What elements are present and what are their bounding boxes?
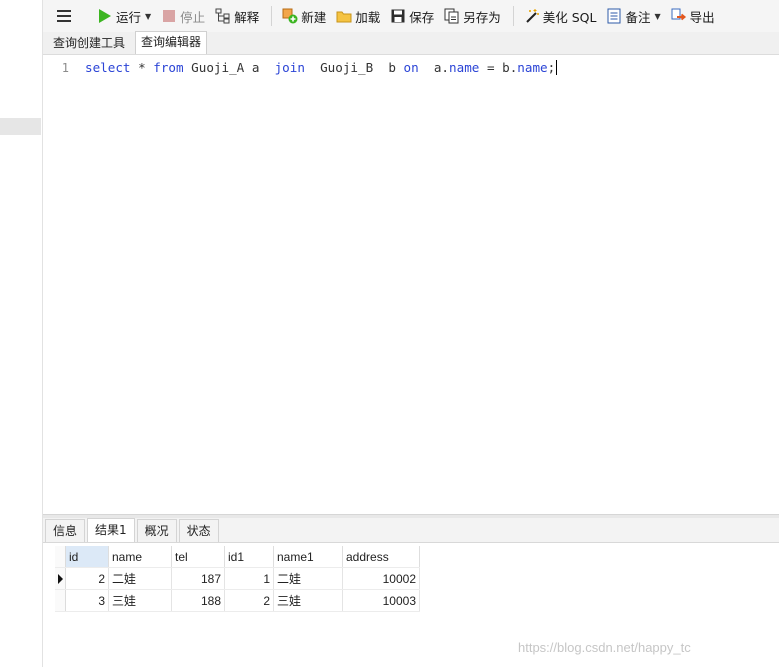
folder-icon xyxy=(336,8,352,24)
toolbar-separator xyxy=(271,6,273,26)
note-icon xyxy=(606,8,622,24)
new-label: 新建 xyxy=(301,9,327,25)
explain-button[interactable]: 解释 xyxy=(211,4,263,28)
main-area: 运行 ▼ 停止 解释 新建 加载 保存 另存为 美化 SQL 备注 ▼ 导出 查… xyxy=(43,0,779,667)
toolbar-separator xyxy=(512,6,514,26)
cell-id[interactable]: 2 xyxy=(65,567,109,590)
cell-name[interactable]: 三娃 xyxy=(108,589,172,612)
load-button[interactable]: 加载 xyxy=(332,4,384,28)
cell-tel[interactable]: 188 xyxy=(171,589,225,612)
sql-keyword: join xyxy=(274,60,305,75)
cell-name1[interactable]: 二娃 xyxy=(273,567,343,590)
line-number: 1 xyxy=(61,61,69,75)
save-button[interactable]: 保存 xyxy=(386,4,438,28)
sql-text: = b. xyxy=(479,60,518,75)
result-grid: id name tel id1 name1 address 2 二娃 187 1… xyxy=(55,546,420,612)
explain-tree-icon xyxy=(215,8,231,24)
magic-wand-icon xyxy=(524,8,540,24)
beautify-sql-label: 美化 SQL xyxy=(542,9,597,25)
sql-text: Guoji_A a xyxy=(183,60,275,75)
cell-id1[interactable]: 1 xyxy=(224,567,274,590)
note-label: 备注 xyxy=(625,9,651,25)
cell-address[interactable]: 10002 xyxy=(342,567,420,590)
watermark: https://blog.csdn.net/happy_tc xyxy=(518,640,691,655)
stop-button[interactable]: 停止 xyxy=(157,4,209,28)
cell-tel[interactable]: 187 xyxy=(171,567,225,590)
new-button[interactable]: 新建 xyxy=(278,4,330,28)
column-header[interactable]: id1 xyxy=(224,546,274,568)
column-header[interactable]: name xyxy=(108,546,172,568)
sql-text: a. xyxy=(418,60,450,75)
save-as-icon xyxy=(444,8,460,24)
column-header[interactable]: tel xyxy=(171,546,225,568)
run-dropdown-icon[interactable]: ▼ xyxy=(145,12,151,21)
tab-info[interactable]: 信息 xyxy=(45,519,86,542)
play-icon xyxy=(97,8,113,24)
save-icon xyxy=(390,8,406,24)
line-gutter: 1 xyxy=(43,55,81,514)
save-as-label: 另存为 xyxy=(463,9,501,25)
column-header[interactable]: name1 xyxy=(273,546,343,568)
table-row[interactable]: 2 二娃 187 1 二娃 10002 xyxy=(55,567,420,590)
sql-editor[interactable]: 1 select * from Guoji_A a join Guoji_B b… xyxy=(43,55,779,514)
tab-profile[interactable]: 概况 xyxy=(136,519,177,542)
new-query-icon xyxy=(282,8,298,24)
beautify-sql-button[interactable]: 美化 SQL xyxy=(520,4,601,28)
column-header[interactable]: id xyxy=(65,546,109,568)
result-tabs: 信息 结果1 概况 状态 xyxy=(43,518,779,543)
current-row-arrow-icon xyxy=(58,573,63,584)
tab-query-builder[interactable]: 查询创建工具 xyxy=(47,32,131,54)
export-icon xyxy=(671,8,687,24)
sql-keyword: name xyxy=(449,60,480,75)
tab-result1[interactable]: 结果1 xyxy=(87,518,135,542)
tab-query-editor[interactable]: 查询编辑器 xyxy=(135,31,208,54)
save-label: 保存 xyxy=(409,9,435,25)
stop-label: 停止 xyxy=(180,9,206,25)
hamburger-icon xyxy=(57,10,71,22)
table-row[interactable]: 3 三娃 188 2 三娃 10003 xyxy=(55,589,420,612)
sql-text: ; xyxy=(547,60,556,75)
left-panel xyxy=(0,0,43,667)
cell-id[interactable]: 3 xyxy=(65,589,109,612)
cell-id1[interactable]: 2 xyxy=(224,589,274,612)
load-label: 加载 xyxy=(355,9,381,25)
grid-header-row: id name tel id1 name1 address xyxy=(55,546,420,568)
sql-keyword: on xyxy=(403,60,419,75)
cell-address[interactable]: 10003 xyxy=(342,589,420,612)
run-button[interactable]: 运行 ▼ xyxy=(93,4,155,28)
stop-icon xyxy=(161,8,177,24)
sql-text: Guoji_B b xyxy=(304,60,404,75)
explain-label: 解释 xyxy=(234,9,260,25)
note-dropdown-icon[interactable]: ▼ xyxy=(655,12,661,21)
export-label: 导出 xyxy=(689,9,715,25)
save-as-button[interactable]: 另存为 xyxy=(440,4,505,28)
sql-text: * xyxy=(130,60,154,75)
row-indicator-header xyxy=(55,546,66,568)
sql-keyword: name xyxy=(517,60,548,75)
sql-keyword: from xyxy=(153,60,184,75)
sql-keyword: select xyxy=(85,60,131,75)
text-cursor xyxy=(556,60,558,75)
column-header[interactable]: address xyxy=(342,546,420,568)
cell-name1[interactable]: 三娃 xyxy=(273,589,343,612)
menu-button[interactable] xyxy=(51,4,77,28)
run-label: 运行 xyxy=(116,9,142,25)
sql-code-line[interactable]: select * from Guoji_A a join Guoji_B b o… xyxy=(85,60,558,75)
tab-status[interactable]: 状态 xyxy=(178,519,219,542)
toolbar: 运行 ▼ 停止 解释 新建 加载 保存 另存为 美化 SQL 备注 ▼ 导出 xyxy=(43,0,779,32)
row-indicator[interactable] xyxy=(55,567,66,590)
row-indicator[interactable] xyxy=(55,589,66,612)
export-button[interactable]: 导出 xyxy=(667,4,719,28)
cell-name[interactable]: 二娃 xyxy=(108,567,172,590)
left-panel-selected-item[interactable] xyxy=(0,118,41,135)
query-tabs: 查询创建工具 查询编辑器 xyxy=(43,31,779,55)
note-button[interactable]: 备注 ▼ xyxy=(602,4,664,28)
